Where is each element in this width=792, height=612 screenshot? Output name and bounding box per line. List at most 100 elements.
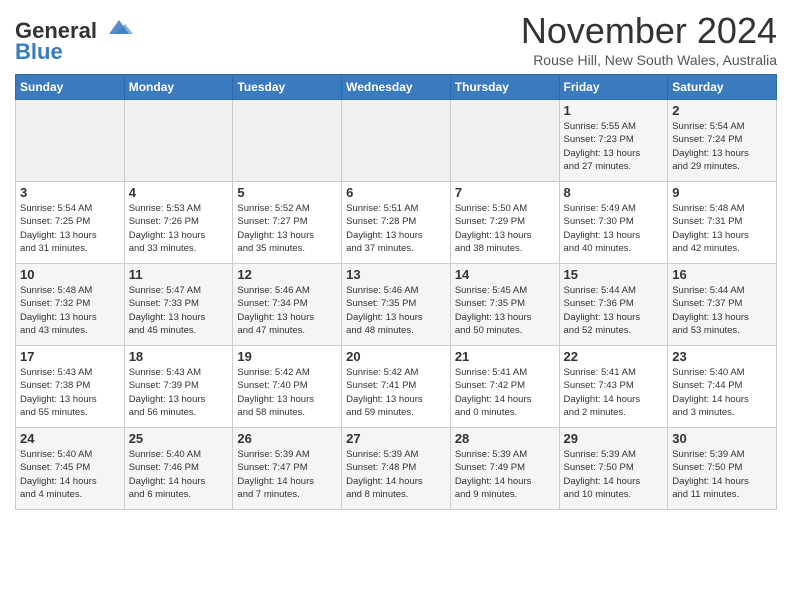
calendar-week-row: 1 Sunrise: 5:55 AM Sunset: 7:23 PM Daylig…	[16, 100, 777, 182]
calendar-body: 1 Sunrise: 5:55 AM Sunset: 7:23 PM Daylig…	[16, 100, 777, 510]
calendar-cell: 24 Sunrise: 5:40 AM Sunset: 7:45 PM Dayli…	[16, 428, 125, 510]
cell-info: Sunrise: 5:47 AM Sunset: 7:33 PM Dayligh…	[129, 284, 229, 337]
cell-info: Sunrise: 5:51 AM Sunset: 7:28 PM Dayligh…	[346, 202, 446, 255]
cell-info: Sunrise: 5:41 AM Sunset: 7:42 PM Dayligh…	[455, 366, 555, 419]
calendar-cell: 12Sunrise: 5:46 AM Sunset: 7:34 PM Dayli…	[233, 264, 342, 346]
cell-info: Sunrise: 5:40 AM Sunset: 7:46 PM Dayligh…	[129, 448, 229, 501]
calendar-cell: 11 Sunrise: 5:47 AM Sunset: 7:33 PM Dayli…	[124, 264, 233, 346]
calendar-week-row: 3Sunrise: 5:54 AM Sunset: 7:25 PM Daylig…	[16, 182, 777, 264]
cell-info: Sunrise: 5:43 AM Sunset: 7:38 PM Dayligh…	[20, 366, 120, 419]
cell-info: Sunrise: 5:39 AM Sunset: 7:49 PM Dayligh…	[455, 448, 555, 501]
calendar-cell: 22Sunrise: 5:41 AM Sunset: 7:43 PM Dayli…	[559, 346, 668, 428]
calendar-cell: 14 Sunrise: 5:45 AM Sunset: 7:35 PM Dayli…	[450, 264, 559, 346]
title-block: November 2024 Rouse Hill, New South Wale…	[521, 10, 777, 68]
calendar-cell	[16, 100, 125, 182]
day-number: 20	[346, 349, 446, 364]
location-subtitle: Rouse Hill, New South Wales, Australia	[521, 52, 777, 68]
calendar-cell	[233, 100, 342, 182]
day-number: 28	[455, 431, 555, 446]
cell-info: Sunrise: 5:39 AM Sunset: 7:50 PM Dayligh…	[564, 448, 664, 501]
calendar-cell: 30 Sunrise: 5:39 AM Sunset: 7:50 PM Dayli…	[668, 428, 777, 510]
calendar-cell: 5 Sunrise: 5:52 AM Sunset: 7:27 PM Daylig…	[233, 182, 342, 264]
cell-info: Sunrise: 5:46 AM Sunset: 7:34 PM Dayligh…	[237, 284, 337, 337]
cell-info: Sunrise: 5:39 AM Sunset: 7:47 PM Dayligh…	[237, 448, 337, 501]
cell-info: Sunrise: 5:41 AM Sunset: 7:43 PM Dayligh…	[564, 366, 664, 419]
day-number: 17	[20, 349, 120, 364]
day-number: 21	[455, 349, 555, 364]
cell-info: Sunrise: 5:40 AM Sunset: 7:45 PM Dayligh…	[20, 448, 120, 501]
cell-info: Sunrise: 5:55 AM Sunset: 7:23 PM Dayligh…	[564, 120, 664, 173]
calendar-cell: 27Sunrise: 5:39 AM Sunset: 7:48 PM Dayli…	[342, 428, 451, 510]
day-number: 16	[672, 267, 772, 282]
day-number: 26	[237, 431, 337, 446]
calendar-header-row: SundayMondayTuesdayWednesdayThursdayFrid…	[16, 75, 777, 100]
calendar-week-row: 17 Sunrise: 5:43 AM Sunset: 7:38 PM Dayli…	[16, 346, 777, 428]
cell-info: Sunrise: 5:43 AM Sunset: 7:39 PM Dayligh…	[129, 366, 229, 419]
cell-info: Sunrise: 5:46 AM Sunset: 7:35 PM Dayligh…	[346, 284, 446, 337]
weekday-header-wednesday: Wednesday	[342, 75, 451, 100]
day-number: 4	[129, 185, 229, 200]
day-number: 27	[346, 431, 446, 446]
day-number: 3	[20, 185, 120, 200]
calendar-cell: 1 Sunrise: 5:55 AM Sunset: 7:23 PM Daylig…	[559, 100, 668, 182]
cell-info: Sunrise: 5:44 AM Sunset: 7:36 PM Dayligh…	[564, 284, 664, 337]
weekday-header-sunday: Sunday	[16, 75, 125, 100]
cell-info: Sunrise: 5:52 AM Sunset: 7:27 PM Dayligh…	[237, 202, 337, 255]
calendar-cell: 10Sunrise: 5:48 AM Sunset: 7:32 PM Dayli…	[16, 264, 125, 346]
weekday-header-saturday: Saturday	[668, 75, 777, 100]
calendar-cell: 20 Sunrise: 5:42 AM Sunset: 7:41 PM Dayli…	[342, 346, 451, 428]
cell-info: Sunrise: 5:42 AM Sunset: 7:40 PM Dayligh…	[237, 366, 337, 419]
calendar-cell: 16 Sunrise: 5:44 AM Sunset: 7:37 PM Dayli…	[668, 264, 777, 346]
day-number: 10	[20, 267, 120, 282]
day-number: 6	[346, 185, 446, 200]
cell-info: Sunrise: 5:54 AM Sunset: 7:24 PM Dayligh…	[672, 120, 772, 173]
day-number: 18	[129, 349, 229, 364]
cell-info: Sunrise: 5:49 AM Sunset: 7:30 PM Dayligh…	[564, 202, 664, 255]
logo-icon	[105, 16, 133, 38]
calendar-cell: 21 Sunrise: 5:41 AM Sunset: 7:42 PM Dayli…	[450, 346, 559, 428]
day-number: 29	[564, 431, 664, 446]
calendar-week-row: 24 Sunrise: 5:40 AM Sunset: 7:45 PM Dayli…	[16, 428, 777, 510]
calendar-cell	[124, 100, 233, 182]
calendar-table: SundayMondayTuesdayWednesdayThursdayFrid…	[15, 74, 777, 510]
calendar-cell: 15Sunrise: 5:44 AM Sunset: 7:36 PM Dayli…	[559, 264, 668, 346]
day-number: 8	[564, 185, 664, 200]
cell-info: Sunrise: 5:45 AM Sunset: 7:35 PM Dayligh…	[455, 284, 555, 337]
logo: General Blue	[15, 16, 133, 65]
calendar-cell: 28 Sunrise: 5:39 AM Sunset: 7:49 PM Dayli…	[450, 428, 559, 510]
page-header: General Blue November 2024 Rouse Hill, N…	[15, 10, 777, 68]
day-number: 5	[237, 185, 337, 200]
day-number: 1	[564, 103, 664, 118]
calendar-cell	[342, 100, 451, 182]
calendar-cell: 8 Sunrise: 5:49 AM Sunset: 7:30 PM Daylig…	[559, 182, 668, 264]
day-number: 23	[672, 349, 772, 364]
day-number: 2	[672, 103, 772, 118]
calendar-week-row: 10Sunrise: 5:48 AM Sunset: 7:32 PM Dayli…	[16, 264, 777, 346]
day-number: 30	[672, 431, 772, 446]
weekday-header-monday: Monday	[124, 75, 233, 100]
weekday-header-friday: Friday	[559, 75, 668, 100]
calendar-cell: 4 Sunrise: 5:53 AM Sunset: 7:26 PM Daylig…	[124, 182, 233, 264]
day-number: 19	[237, 349, 337, 364]
cell-info: Sunrise: 5:40 AM Sunset: 7:44 PM Dayligh…	[672, 366, 772, 419]
day-number: 11	[129, 267, 229, 282]
calendar-cell: 13Sunrise: 5:46 AM Sunset: 7:35 PM Dayli…	[342, 264, 451, 346]
calendar-cell: 2 Sunrise: 5:54 AM Sunset: 7:24 PM Daylig…	[668, 100, 777, 182]
day-number: 25	[129, 431, 229, 446]
calendar-cell	[450, 100, 559, 182]
day-number: 9	[672, 185, 772, 200]
weekday-header-tuesday: Tuesday	[233, 75, 342, 100]
calendar-cell: 23 Sunrise: 5:40 AM Sunset: 7:44 PM Dayli…	[668, 346, 777, 428]
calendar-cell: 6 Sunrise: 5:51 AM Sunset: 7:28 PM Daylig…	[342, 182, 451, 264]
cell-info: Sunrise: 5:42 AM Sunset: 7:41 PM Dayligh…	[346, 366, 446, 419]
calendar-cell: 17 Sunrise: 5:43 AM Sunset: 7:38 PM Dayli…	[16, 346, 125, 428]
calendar-cell: 3Sunrise: 5:54 AM Sunset: 7:25 PM Daylig…	[16, 182, 125, 264]
cell-info: Sunrise: 5:53 AM Sunset: 7:26 PM Dayligh…	[129, 202, 229, 255]
day-number: 24	[20, 431, 120, 446]
cell-info: Sunrise: 5:39 AM Sunset: 7:50 PM Dayligh…	[672, 448, 772, 501]
calendar-cell: 19 Sunrise: 5:42 AM Sunset: 7:40 PM Dayli…	[233, 346, 342, 428]
calendar-cell: 29 Sunrise: 5:39 AM Sunset: 7:50 PM Dayli…	[559, 428, 668, 510]
day-number: 14	[455, 267, 555, 282]
day-number: 7	[455, 185, 555, 200]
cell-info: Sunrise: 5:44 AM Sunset: 7:37 PM Dayligh…	[672, 284, 772, 337]
